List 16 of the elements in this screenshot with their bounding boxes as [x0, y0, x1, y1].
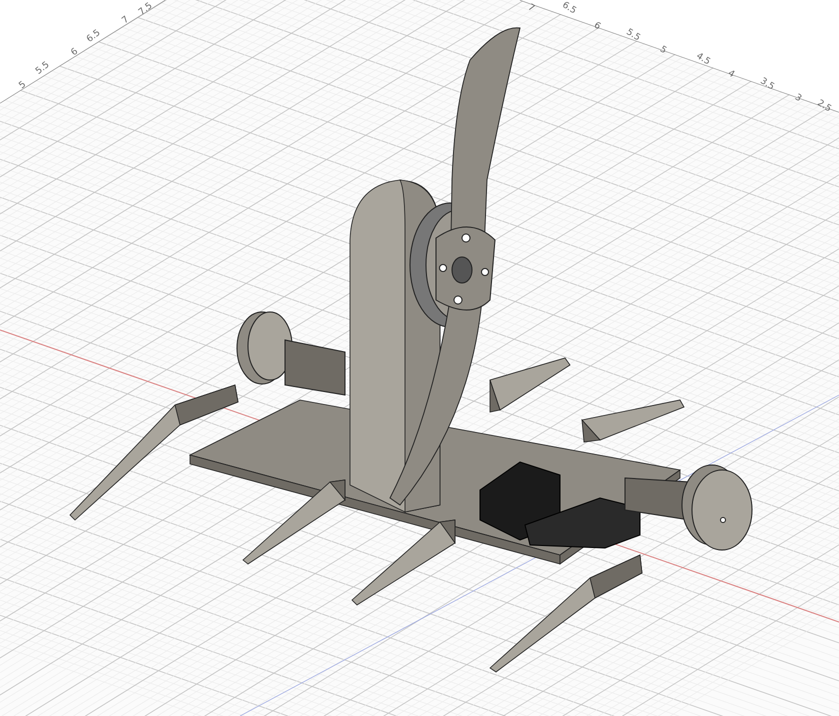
grid-label: 3: [792, 92, 804, 104]
grid-label: 6.5: [85, 28, 102, 45]
grid-label: 6.5: [560, 0, 578, 16]
grid-label: 4.5: [694, 51, 712, 68]
grid-label: 5: [658, 44, 668, 56]
grid-label: 3.5: [758, 76, 776, 92]
grid-label: 7: [120, 14, 132, 26]
grid-label: 6: [69, 46, 80, 58]
grid-label: 4: [726, 68, 736, 80]
grid-label: 7: [526, 2, 536, 14]
grid-label: 2.5: [815, 98, 833, 114]
grid-label: 6: [592, 20, 602, 32]
grid-label: 5.5: [624, 27, 642, 44]
grid-label: 5: [17, 80, 28, 92]
grid-label: 5.5: [34, 60, 52, 77]
grid-label: 7.5: [137, 1, 154, 18]
